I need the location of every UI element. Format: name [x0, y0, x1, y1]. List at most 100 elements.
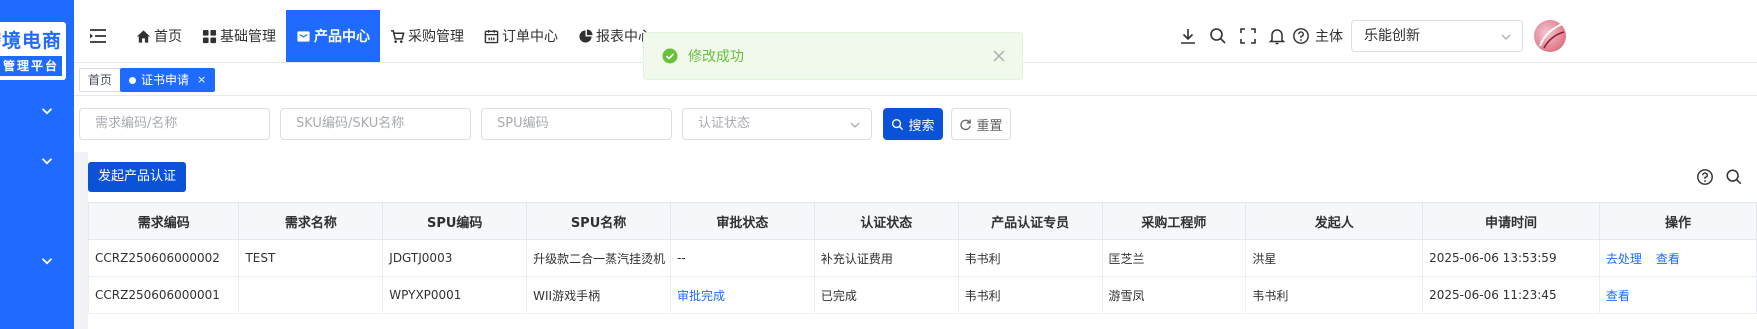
cell-actions: 去处理 查看: [1598, 239, 1757, 277]
nav-item-label: 基础管理: [220, 29, 276, 45]
column-header: SPU编码: [382, 202, 528, 240]
cell-demand-code: CCRZ250606000001: [87, 276, 240, 314]
bell-icon[interactable]: [1267, 26, 1287, 46]
cell-purchase-engineer: 游雪凤: [1101, 276, 1247, 314]
table-row: CCRZ250606000002 TEST JDGTJ0003 升级款二合一蒸汽…: [87, 239, 1757, 277]
calendar-icon: [484, 29, 499, 43]
cell-purchase-engineer: 匡芝兰: [1101, 239, 1247, 277]
cart-icon: [390, 29, 405, 43]
cell-demand-name: [238, 276, 384, 314]
tag-label: 证书申请: [141, 73, 190, 87]
spu-search-placeholder: SPU编码: [497, 116, 549, 131]
table-row: CCRZ250606000001 WPYXP0001 WII游戏手柄 审批完成 …: [87, 276, 1757, 314]
reset-button-label: 重置: [976, 118, 1003, 134]
demand-search-placeholder: 需求编码/名称: [95, 116, 178, 131]
nav-item-label: 采购管理: [408, 29, 464, 45]
tag-label: 首页: [88, 73, 113, 87]
cell-spu-code: WPYXP0001: [382, 276, 528, 314]
box-icon: [297, 30, 310, 42]
cell-demand-name: TEST: [238, 239, 384, 277]
pie-chart-icon: [579, 28, 593, 43]
help-icon: [1293, 28, 1309, 44]
cert-request-table: 需求编码 需求名称 SPU编码 SPU名称 审批状态 认证状态 产品认证专员 采…: [87, 202, 1757, 314]
cert-status-select[interactable]: 认证状态: [682, 108, 872, 140]
column-header: 需求名称: [238, 202, 384, 240]
search-button-label: 搜索: [908, 118, 935, 134]
cell-demand-code: CCRZ250606000002: [87, 239, 240, 277]
cell-actions: 查看: [1598, 276, 1757, 314]
menu-fold-icon[interactable]: [88, 26, 108, 46]
launch-cert-button[interactable]: 发起产品认证: [88, 162, 186, 192]
cell-cert-status: 补充认证费用: [813, 239, 959, 277]
search-icon: [892, 118, 904, 130]
avatar-image: [1539, 23, 1565, 49]
column-header: 申请时间: [1422, 202, 1600, 240]
sidebar: 跨境电商 管理平台: [0, 0, 74, 329]
download-icon[interactable]: [1178, 26, 1198, 46]
column-header: SPU名称: [526, 202, 671, 240]
demand-search-input[interactable]: 需求编码/名称: [79, 108, 270, 140]
search-icon[interactable]: [1208, 26, 1228, 46]
nav-item-orders[interactable]: 订单中心: [474, 10, 568, 62]
cell-apply-time: 2025-06-06 11:23:45: [1422, 276, 1600, 314]
cell-initiator: 韦书利: [1245, 276, 1424, 314]
tag-home[interactable]: 首页: [79, 68, 122, 92]
logo-line2: 管理平台: [0, 56, 62, 76]
toast-message: 修改成功: [688, 49, 744, 65]
cell-approval-status[interactable]: 审批完成: [669, 276, 815, 314]
cell-cert-specialist: 韦书利: [957, 276, 1103, 314]
fullscreen-icon[interactable]: [1238, 26, 1258, 46]
column-header: 需求编码: [87, 202, 240, 240]
table-card: 发起产品认证 需求编码 需求名称 SPU编码 SPU名称 审批状态 认证状态 产…: [87, 152, 1757, 329]
cell-apply-time: 2025-06-06 13:53:59: [1422, 239, 1600, 277]
nav-item-purchase[interactable]: 采购管理: [380, 10, 474, 62]
main-content: 发起产品认证 需求编码 需求名称 SPU编码 SPU名称 审批状态 认证状态 产…: [74, 152, 1757, 329]
brand-logo: 跨境电商 管理平台: [0, 22, 66, 80]
table-header-row: 需求编码 需求名称 SPU编码 SPU名称 审批状态 认证状态 产品认证专员 采…: [87, 202, 1757, 240]
filter-bar: 需求编码/名称 SKU编码/SKU名称 SPU编码 认证状态 搜索 重置: [74, 96, 1757, 152]
sku-search-placeholder: SKU编码/SKU名称: [296, 116, 405, 131]
close-icon[interactable]: ×: [197, 69, 206, 91]
cert-status-placeholder: 认证状态: [698, 116, 751, 131]
nav-item-product[interactable]: 产品中心: [286, 10, 380, 62]
help-icon[interactable]: [1696, 168, 1714, 186]
sku-search-input[interactable]: SKU编码/SKU名称: [280, 108, 471, 140]
reset-button[interactable]: 重置: [951, 108, 1011, 140]
app-root: 跨境电商 管理平台 首页 基础管理 产品中心: [0, 0, 1757, 329]
column-header: 认证状态: [813, 202, 959, 240]
cell-spu-name: WII游戏手柄: [526, 276, 671, 314]
cell-initiator: 洪星: [1245, 239, 1424, 277]
process-link[interactable]: 去处理: [1606, 252, 1642, 266]
logo-line1: 跨境电商: [0, 30, 62, 52]
avatar[interactable]: [1534, 20, 1566, 52]
tag-cert-apply[interactable]: 证书申请 ×: [120, 68, 216, 92]
chevron-down-icon: [850, 122, 860, 128]
nav-item-label: 首页: [154, 29, 182, 45]
chevron-down-icon[interactable]: [38, 152, 56, 170]
search-button[interactable]: 搜索: [883, 108, 943, 140]
active-dot-icon: [129, 76, 136, 84]
org-select-value: 乐能创新: [1364, 28, 1420, 44]
column-header: 发起人: [1245, 202, 1424, 240]
nav-item-basic[interactable]: 基础管理: [192, 10, 286, 62]
cell-cert-status: 已完成: [813, 276, 959, 314]
success-toast: 修改成功: [643, 32, 1023, 80]
nav-item-home[interactable]: 首页: [126, 10, 192, 62]
view-link[interactable]: 查看: [1656, 252, 1680, 266]
close-icon[interactable]: [992, 49, 1006, 63]
org-select[interactable]: 乐能创新: [1351, 20, 1523, 52]
view-link[interactable]: 查看: [1606, 289, 1630, 303]
chevron-down-icon[interactable]: [38, 102, 56, 120]
subject-switch[interactable]: 主体: [1292, 24, 1343, 48]
nav-item-label: 产品中心: [314, 29, 370, 45]
grid-icon: [202, 29, 217, 43]
spu-search-input[interactable]: SPU编码: [481, 108, 672, 140]
chevron-down-icon[interactable]: [38, 252, 56, 270]
chevron-down-icon: [1501, 34, 1511, 40]
subject-label: 主体: [1315, 29, 1343, 45]
cell-spu-code: JDGTJ0003: [382, 239, 528, 277]
column-header: 审批状态: [669, 202, 815, 240]
home-icon: [136, 29, 151, 43]
search-icon[interactable]: [1725, 168, 1743, 186]
column-header: 操作: [1598, 202, 1757, 240]
